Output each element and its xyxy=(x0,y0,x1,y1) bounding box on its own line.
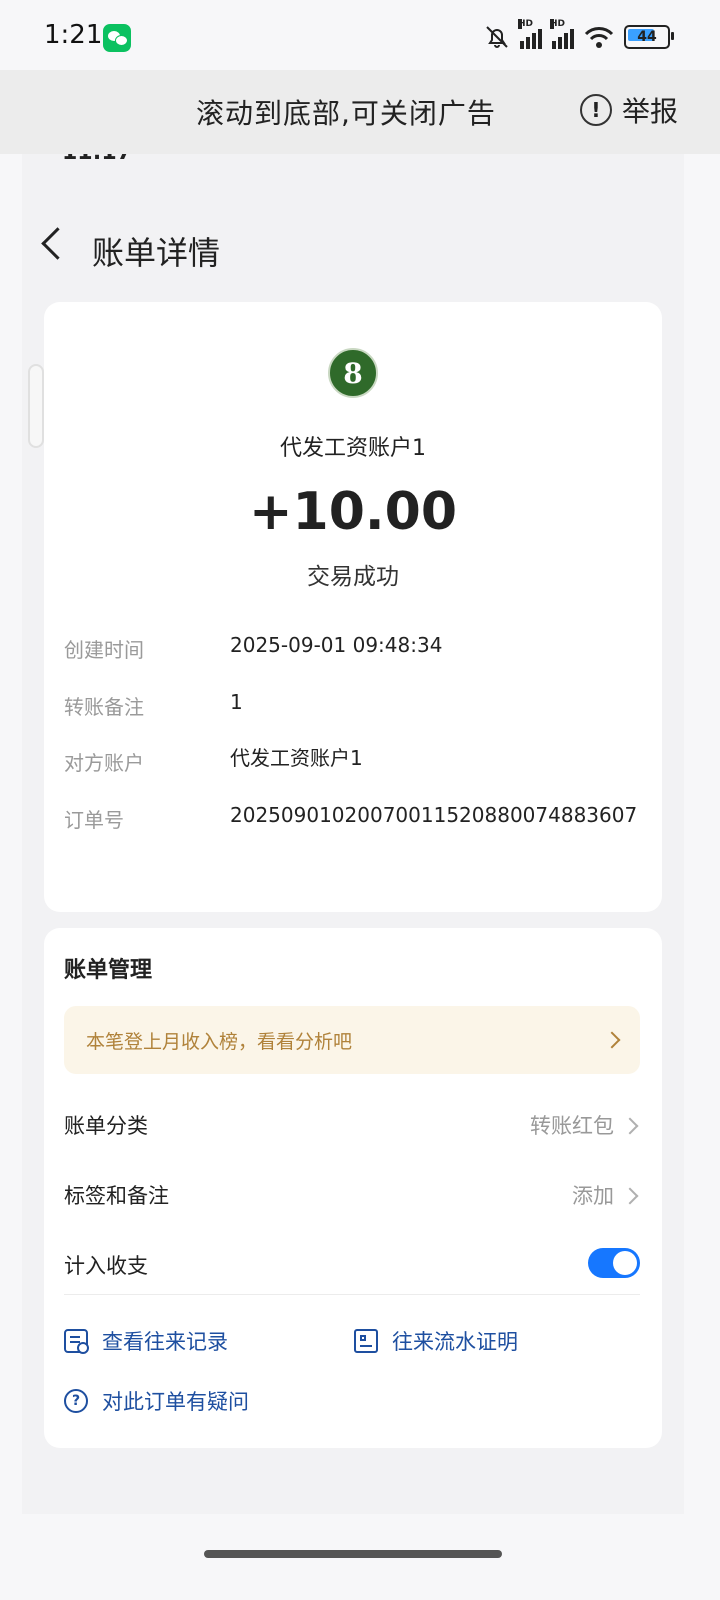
income-analysis-banner[interactable]: 本笔登上月收入榜，看看分析吧 xyxy=(64,1006,640,1074)
link-label: 往来流水证明 xyxy=(392,1330,518,1354)
view-history-link[interactable]: 查看往来记录 xyxy=(64,1326,228,1356)
order-question-link[interactable]: ? 对此订单有疑问 xyxy=(64,1386,249,1416)
question-icon: ? xyxy=(64,1389,88,1413)
detail-label: 订单号 xyxy=(64,808,124,832)
row-value: 添加 xyxy=(572,1184,614,1208)
status-time: 1:21 xyxy=(44,20,103,50)
detail-value: 1 xyxy=(230,690,243,714)
alert-icon: ! xyxy=(579,94,612,126)
include-in-budget-row: 计入收支 xyxy=(64,1248,640,1290)
row-value: 转账红包 xyxy=(530,1114,614,1138)
signal-1-icon: HD xyxy=(518,19,542,49)
bill-management-card: 账单管理 本笔登上月收入榜，看看分析吧 账单分类 转账红包 标签和备注 添加 计… xyxy=(44,928,662,1448)
side-handle[interactable] xyxy=(28,364,44,448)
status-indicators: HD HD 44 xyxy=(484,19,674,52)
inner-screenshot: 11:17 账单详情 代发工资账户1 +10.00 交易成功 创建时间 2025… xyxy=(22,154,684,1514)
banner-text: 本笔登上月收入榜，看看分析吧 xyxy=(86,1031,353,1053)
detail-label: 对方账户 xyxy=(64,751,144,775)
record-search-icon xyxy=(64,1329,89,1354)
order-number: 20250901020070011520880074883607 xyxy=(230,803,638,827)
statement-certificate-link[interactable]: 往来流水证明 xyxy=(354,1326,518,1356)
page-title: 账单详情 xyxy=(92,234,221,272)
certificate-icon xyxy=(354,1329,378,1353)
wifi-icon xyxy=(584,27,614,48)
row-label: 计入收支 xyxy=(64,1254,148,1278)
report-label: 举报 xyxy=(621,95,678,128)
payer-name: 代发工资账户1 xyxy=(280,436,426,461)
detail-value: 代发工资账户1 xyxy=(230,746,363,770)
status-bar: 1:21 HD HD 44 xyxy=(0,0,720,70)
report-button[interactable]: ! 举报 xyxy=(579,90,678,130)
chevron-right-icon xyxy=(621,1187,639,1205)
home-indicator[interactable] xyxy=(204,1550,502,1558)
bell-off-icon xyxy=(486,26,508,48)
amount: +10.00 xyxy=(248,482,458,542)
wechat-icon xyxy=(103,24,131,52)
include-toggle[interactable] xyxy=(588,1248,640,1278)
tags-notes-row[interactable]: 标签和备注 添加 xyxy=(64,1180,640,1220)
chevron-right-icon xyxy=(603,1031,621,1049)
row-label: 标签和备注 xyxy=(64,1184,169,1208)
ad-bar: 滚动到底部,可关闭广告 ! 举报 xyxy=(0,70,720,154)
section-title: 账单管理 xyxy=(64,958,153,983)
transaction-status: 交易成功 xyxy=(307,564,399,590)
inner-status-bar: 11:17 xyxy=(22,154,684,182)
category-row[interactable]: 账单分类 转账红包 xyxy=(64,1110,640,1150)
link-label: 查看往来记录 xyxy=(102,1330,228,1354)
chevron-right-icon xyxy=(621,1117,639,1135)
divider xyxy=(64,1294,640,1295)
transaction-card: 代发工资账户1 +10.00 交易成功 创建时间 2025-09-01 09:4… xyxy=(44,302,662,912)
detail-value: 2025-09-01 09:48:34 xyxy=(230,633,443,657)
signal-2-icon: HD xyxy=(550,19,574,49)
detail-label: 创建时间 xyxy=(64,638,144,662)
ad-scroll-hint: 滚动到底部,可关闭广告 xyxy=(196,97,496,130)
detail-label: 转账备注 xyxy=(64,695,144,719)
payer-logo xyxy=(328,348,378,398)
link-label: 对此订单有疑问 xyxy=(102,1390,249,1414)
row-label: 账单分类 xyxy=(64,1114,148,1138)
back-icon[interactable] xyxy=(41,227,74,260)
nav-bar: 账单详情 xyxy=(22,224,684,274)
battery-icon: 44 xyxy=(624,25,674,49)
inner-time: 11:17 xyxy=(62,154,132,165)
